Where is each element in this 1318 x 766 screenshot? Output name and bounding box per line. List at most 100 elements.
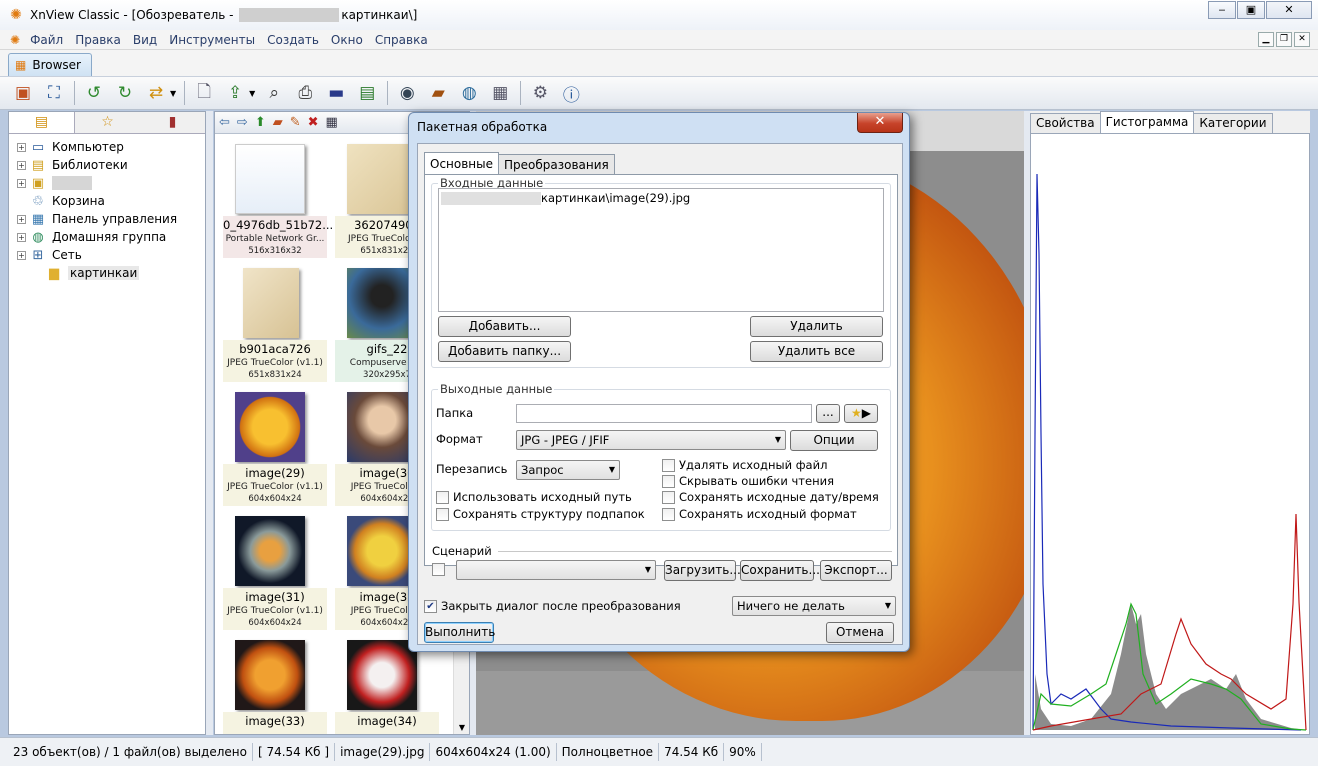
convert-icon[interactable]: ⇄ <box>143 80 169 106</box>
export-icon[interactable]: ⇪ <box>222 80 248 106</box>
contact-sheet-icon[interactable]: ▦ <box>487 80 513 106</box>
scroll-down-icon[interactable]: ▼ <box>454 723 469 732</box>
view-mode-icon[interactable]: ▦ <box>326 115 338 130</box>
print-icon[interactable]: ⎙ <box>292 80 318 106</box>
info-page-icon[interactable]: 🗋 <box>191 80 217 106</box>
menu-file[interactable]: Файл <box>24 33 69 47</box>
tab-general[interactable]: Основные <box>424 152 500 174</box>
close-after-checkbox[interactable]: ✔ Закрыть диалог после преобразования <box>424 599 681 613</box>
tab-bookmarks-icon[interactable]: ▮ <box>140 112 205 133</box>
tab-properties[interactable]: Свойства <box>1030 113 1101 133</box>
thumbnail-item[interactable]: image(33) <box>223 638 327 734</box>
remove-all-button[interactable]: Удалить все <box>750 341 883 362</box>
file-list-item[interactable]: картинкаи\image(29).jpg <box>439 189 883 207</box>
expand-icon[interactable]: + <box>17 214 26 224</box>
web-page-icon[interactable]: ◍ <box>456 80 482 106</box>
export-scenario-button[interactable]: Экспорт... <box>820 560 892 581</box>
wallpaper-icon[interactable]: ▰ <box>425 80 451 106</box>
thumbnail-item[interactable]: image(34) <box>335 638 439 734</box>
capture-icon[interactable]: ◉ <box>394 80 420 106</box>
tree-item-homegroup[interactable]: + ◍ Домашняя группа <box>9 228 205 246</box>
convert-dropdown-icon[interactable]: ▼ <box>170 89 176 98</box>
after-action-select[interactable]: Ничего не делать ▼ <box>732 596 896 616</box>
thumbnail-item-selected[interactable]: image(29) JPEG TrueColor (v1.1) 604x604x… <box>223 390 327 514</box>
favorite-folder-button[interactable]: ★▶ <box>844 404 878 423</box>
add-folder-button[interactable]: Добавить папку... <box>438 341 571 362</box>
tab-folders-icon[interactable]: ▤ <box>9 112 75 133</box>
save-scenario-button[interactable]: Сохранить... <box>740 560 820 581</box>
tree-item-network[interactable]: + ⊞ Сеть <box>9 246 205 264</box>
input-file-list[interactable]: картинкаи\image(29).jpg <box>438 188 884 312</box>
close-button[interactable]: ✕ <box>1266 1 1312 19</box>
menu-create[interactable]: Создать <box>261 33 325 47</box>
minimize-button[interactable]: ‒ <box>1208 1 1236 19</box>
options-button[interactable]: Опции <box>790 430 878 451</box>
tab-transformations[interactable]: Преобразования <box>498 154 615 174</box>
format-select[interactable]: JPG - JPEG / JFIF ▼ <box>516 430 786 450</box>
remove-button[interactable]: Удалить <box>750 316 883 337</box>
delete-icon[interactable]: ✖ <box>308 115 319 130</box>
tab-categories[interactable]: Категории <box>1193 113 1273 133</box>
keep-date-checkbox[interactable]: Сохранять исходные дату/время <box>662 490 879 504</box>
tree-item-user[interactable]: + ▣ <box>9 174 205 192</box>
mdi-app-icon[interactable]: ✺ <box>10 33 20 47</box>
tree-item-recycle-bin[interactable]: ♲ Корзина <box>9 192 205 210</box>
binoculars-icon[interactable]: ⌕ <box>261 80 287 106</box>
run-button[interactable]: Выполнить <box>424 622 495 643</box>
settings-gear-icon[interactable]: ⚙ <box>527 80 553 106</box>
thumbnail-image <box>243 268 299 338</box>
scanner-icon[interactable]: ▬ <box>323 80 349 106</box>
left-splitter[interactable] <box>206 111 213 735</box>
add-button[interactable]: Добавить... <box>438 316 571 337</box>
maximize-button[interactable]: ▣ <box>1237 1 1265 19</box>
about-info-icon[interactable]: ⓘ <box>558 80 584 106</box>
mdi-close-button[interactable]: ✕ <box>1294 32 1310 47</box>
folder-input[interactable] <box>516 404 812 423</box>
back-icon[interactable]: ⇦ <box>219 115 230 130</box>
export-dropdown-icon[interactable]: ▼ <box>249 89 255 98</box>
expand-icon[interactable]: + <box>17 178 26 188</box>
expand-icon[interactable]: + <box>17 160 26 170</box>
scenario-select[interactable]: ▼ <box>456 560 656 580</box>
forward-icon[interactable]: ⇨ <box>237 115 248 130</box>
new-folder-icon[interactable]: ▰ <box>273 115 283 130</box>
tree-item-libraries[interactable]: + ▤ Библиотеки <box>9 156 205 174</box>
menu-edit[interactable]: Правка <box>69 33 127 47</box>
thumbnail-item[interactable]: b901aca726 JPEG TrueColor (v1.1) 651x831… <box>223 266 327 390</box>
delete-source-checkbox[interactable]: Удалять исходный файл <box>662 458 827 472</box>
view-image-icon[interactable]: ▣ <box>10 80 36 106</box>
menu-tools[interactable]: Инструменты <box>163 33 261 47</box>
fullscreen-icon[interactable]: ⛶ <box>41 80 67 106</box>
tree-item-computer[interactable]: + ▭ Компьютер <box>9 138 205 156</box>
tab-favorites-icon[interactable]: ☆ <box>75 112 140 133</box>
tree-item-control-panel[interactable]: + ▦ Панель управления <box>9 210 205 228</box>
tab-browser[interactable]: ▦ Browser <box>8 53 92 76</box>
rotate-right-icon[interactable]: ↻ <box>112 80 138 106</box>
expand-icon[interactable]: + <box>17 250 26 260</box>
tab-histogram[interactable]: Гистограмма <box>1099 111 1195 133</box>
dialog-close-button[interactable]: ✕ <box>857 113 903 133</box>
menu-help[interactable]: Справка <box>369 33 434 47</box>
tree-item-pictures[interactable]: ▆ картинкаи <box>9 264 205 282</box>
thumbnail-item[interactable]: image(31) JPEG TrueColor (v1.1) 604x604x… <box>223 514 327 638</box>
use-source-path-checkbox[interactable]: Использовать исходный путь <box>436 490 632 504</box>
slideshow-icon[interactable]: ▤ <box>354 80 380 106</box>
mdi-restore-button[interactable]: ❐ <box>1276 32 1292 47</box>
browse-folder-button[interactable]: ... <box>816 404 840 423</box>
menu-window[interactable]: Окно <box>325 33 369 47</box>
up-folder-icon[interactable]: ⬆ <box>255 115 266 130</box>
scenario-checkbox[interactable] <box>432 563 449 576</box>
keep-subfolders-checkbox[interactable]: Сохранять структуру подпапок <box>436 507 645 521</box>
hide-read-errors-checkbox[interactable]: Скрывать ошибки чтения <box>662 474 834 488</box>
cancel-button[interactable]: Отмена <box>826 622 894 643</box>
menu-view[interactable]: Вид <box>127 33 163 47</box>
keep-format-checkbox[interactable]: Сохранять исходный формат <box>662 507 857 521</box>
overwrite-select[interactable]: Запрос ▼ <box>516 460 620 480</box>
mdi-minimize-button[interactable]: ▁ <box>1258 32 1274 47</box>
expand-icon[interactable]: + <box>17 142 26 152</box>
load-scenario-button[interactable]: Загрузить... <box>664 560 741 581</box>
rotate-left-icon[interactable]: ↺ <box>81 80 107 106</box>
rename-icon[interactable]: ✎ <box>290 115 301 130</box>
thumbnail-item[interactable]: 0_4976db_51b72... Portable Network Gr...… <box>223 142 333 266</box>
expand-icon[interactable]: + <box>17 232 26 242</box>
